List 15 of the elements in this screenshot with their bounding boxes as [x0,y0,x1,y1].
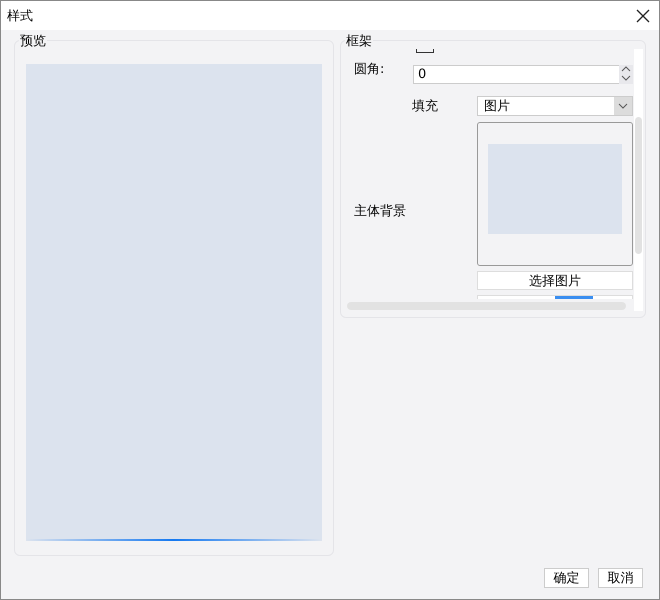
choose-image-button[interactable]: 选择图片 [477,271,633,290]
dialog-button[interactable]: 确定 [544,568,589,588]
field-label: 主体背景 [354,202,406,220]
window-title: 样式 [7,8,33,25]
spin-arrows-icon [619,65,633,82]
spin-buttons[interactable] [619,65,633,84]
checkbox[interactable] [416,49,434,54]
field-label: 圆角: [354,60,386,78]
field-label: 填充 [412,98,439,116]
fill-dropdown[interactable]: 图片 [477,96,633,116]
caret-icon [618,103,628,110]
close-icon [636,8,650,23]
vertical-scrollbar[interactable] [634,49,643,312]
dialog-button[interactable]: 取消 [598,568,643,588]
corner-input[interactable]: 0 [413,65,619,84]
